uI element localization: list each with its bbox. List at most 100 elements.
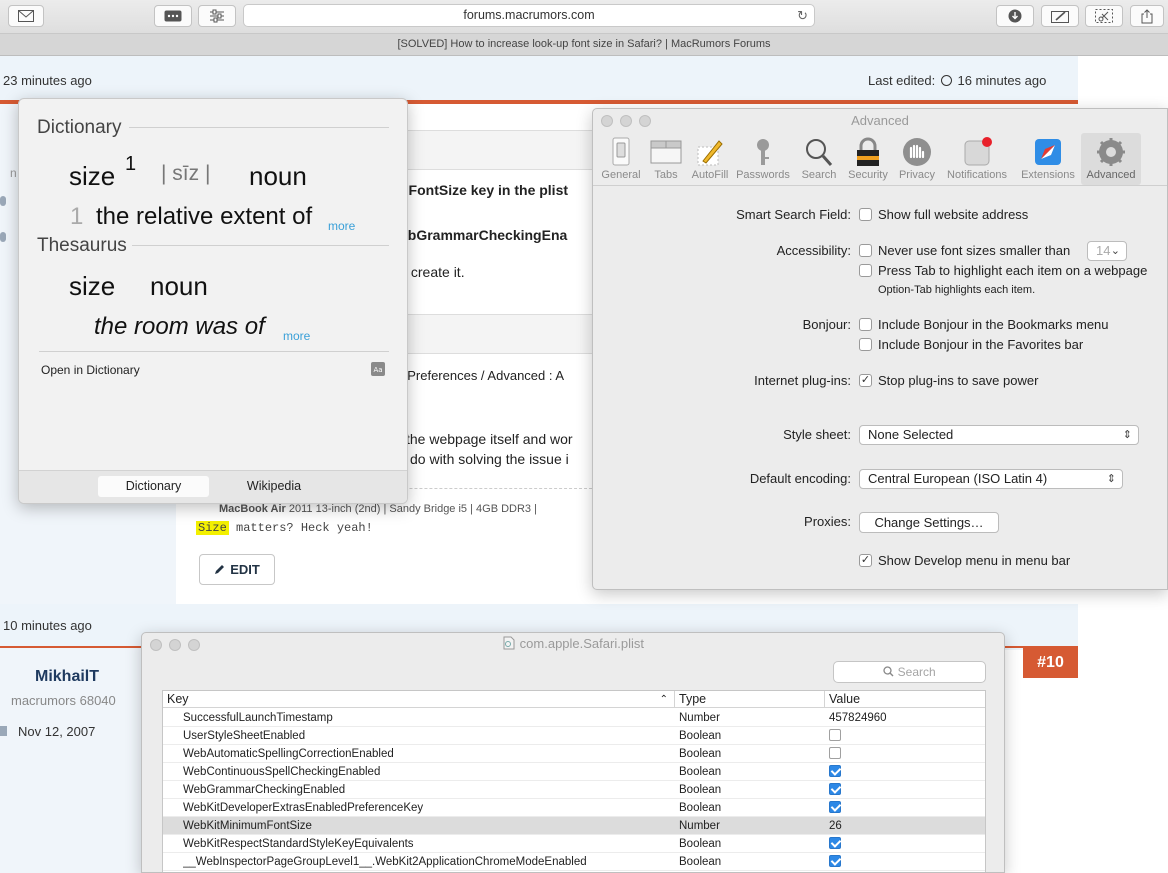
table-row[interactable]: WebKitRespectStandardStyleKeyEquivalents…: [163, 835, 985, 853]
row-value[interactable]: [829, 745, 979, 763]
last-edited: Last edited: 16 minutes ago: [868, 73, 1046, 88]
headword: size: [69, 161, 116, 191]
row-key: WebKitMinimumFontSize: [183, 820, 312, 832]
bonjour-favorites-checkbox[interactable]: Include Bonjour in the Favorites bar: [859, 337, 1083, 352]
min-font-size-select[interactable]: 14 ⌄: [1087, 241, 1127, 261]
search-field[interactable]: Search: [833, 661, 986, 683]
chevron-down-icon: ⌄: [1110, 245, 1120, 257]
tabs-icon: [650, 140, 682, 164]
checkbox-checked[interactable]: [829, 800, 841, 813]
tab-label: Extensions: [1021, 169, 1075, 181]
tab-tabs[interactable]: Tabs: [645, 133, 687, 185]
tab-autofill[interactable]: AutoFill: [687, 133, 733, 185]
checkbox-checked[interactable]: [829, 764, 841, 777]
checkbox-checked[interactable]: [829, 782, 841, 795]
post-number[interactable]: #10: [1023, 648, 1078, 678]
address-bar[interactable]: forums.macrumors.com ↻: [243, 4, 815, 27]
sort-ascending-icon: ⌃: [659, 694, 668, 705]
table-row[interactable]: WebKitMinimumFontSize Number 26: [163, 817, 985, 835]
tab-security[interactable]: Security: [843, 133, 893, 185]
checkbox-checked[interactable]: [829, 854, 841, 867]
row-type: Number: [679, 820, 720, 832]
column-value[interactable]: Value: [825, 691, 987, 708]
row-value[interactable]: [829, 727, 979, 745]
row-value[interactable]: [829, 835, 979, 853]
open-in-dictionary-link[interactable]: Open in Dictionary: [41, 363, 140, 377]
show-develop-menu-checkbox[interactable]: ✓ Show Develop menu in menu bar: [859, 553, 1070, 568]
thesaurus-more-link[interactable]: more: [283, 329, 310, 343]
definition-number: 1: [70, 203, 84, 230]
tab-search[interactable]: Search: [795, 133, 843, 185]
last-edited-time: 16 minutes ago: [957, 73, 1047, 88]
checkbox-checked[interactable]: ✓: [859, 374, 872, 387]
checkbox-checked[interactable]: ✓: [859, 554, 872, 567]
table-row[interactable]: WebContinuousSpellCheckingEnabled Boolean: [163, 763, 985, 781]
table-row[interactable]: WebKitDeveloperExtrasEnabledPreferenceKe…: [163, 799, 985, 817]
sidebar-button[interactable]: [154, 5, 192, 27]
tab-extensions[interactable]: Extensions: [1017, 133, 1079, 185]
table-row[interactable]: UserStyleSheetEnabled Boolean: [163, 727, 985, 745]
show-full-address-checkbox[interactable]: Show full website address: [859, 207, 1028, 222]
row-key: WebGrammarCheckingEnabled: [183, 784, 346, 796]
tab-advanced[interactable]: Advanced: [1081, 133, 1141, 185]
change-settings-button[interactable]: Change Settings…: [859, 512, 999, 533]
checkbox[interactable]: [829, 746, 841, 759]
bonjour-bookmarks-checkbox[interactable]: Include Bonjour in the Bookmarks menu: [859, 317, 1109, 332]
share-button[interactable]: [1130, 5, 1164, 27]
stop-plugins-checkbox[interactable]: ✓ Stop plug-ins to save power: [859, 373, 1038, 388]
table-row[interactable]: WebGrammarCheckingEnabled Boolean: [163, 781, 985, 799]
min-font-size-checkbox[interactable]: Never use font sizes smaller than: [859, 243, 1070, 258]
post-header-1: 23 minutes ago Last edited: 16 minutes a…: [0, 56, 1078, 102]
checkbox[interactable]: [859, 318, 872, 331]
dictionary-book-icon[interactable]: Aa: [370, 361, 386, 377]
table-row[interactable]: SuccessfulLaunchTimestamp Number 457824960: [163, 709, 985, 727]
tab-dictionary[interactable]: Dictionary: [98, 476, 209, 497]
tab-title[interactable]: [SOLVED] How to increase look-up font si…: [0, 34, 1168, 56]
last-edited-label: Last edited:: [868, 73, 936, 88]
signature-code-rest: matters? Heck yeah!: [228, 521, 373, 535]
row-value[interactable]: [829, 799, 979, 817]
downloads-button[interactable]: [996, 5, 1034, 27]
checkbox[interactable]: [859, 244, 872, 257]
table-row[interactable]: __WebInspectorPageGroupLevel1__.WebKit2A…: [163, 853, 985, 871]
tab-privacy[interactable]: Privacy: [893, 133, 941, 185]
tab-notifications[interactable]: Notifications: [941, 133, 1013, 185]
checkbox-checked[interactable]: [829, 836, 841, 849]
row-value[interactable]: [829, 853, 979, 871]
checkbox[interactable]: [829, 728, 841, 741]
plugins-label: Internet plug-ins:: [754, 373, 851, 388]
tab-label: Notifications: [947, 169, 1007, 181]
gear-icon: [1097, 138, 1125, 166]
row-type: Boolean: [679, 730, 722, 742]
checkbox[interactable]: [859, 264, 872, 277]
definition-more-link[interactable]: more: [328, 219, 355, 233]
checkbox[interactable]: [859, 338, 872, 351]
row-value[interactable]: [829, 781, 979, 799]
user-icon-2: [0, 232, 6, 242]
row-value[interactable]: [829, 763, 979, 781]
tab-general[interactable]: General: [597, 133, 645, 185]
row-value[interactable]: 26: [829, 817, 979, 835]
stylesheet-select[interactable]: None Selected ⇕: [859, 425, 1139, 445]
tab-highlight-checkbox[interactable]: Press Tab to highlight each item on a we…: [859, 263, 1147, 278]
definition: the relative extent of: [96, 203, 313, 230]
checkbox[interactable]: [859, 208, 872, 221]
pencil-icon: [215, 565, 225, 574]
encoding-select[interactable]: Central European (ISO Latin 4) ⇕: [859, 469, 1123, 489]
edit-button[interactable]: EDIT: [199, 554, 275, 585]
column-key[interactable]: Key ⌃: [163, 691, 675, 708]
row-key: __WebInspectorPageGroupLevel1__.WebKit2A…: [183, 856, 587, 868]
username[interactable]: MikhailT: [35, 668, 99, 686]
column-type[interactable]: Type: [675, 691, 825, 708]
compass-icon: [1035, 139, 1061, 165]
settings-sliders-button[interactable]: [198, 5, 236, 27]
table-row[interactable]: WebAutomaticSpellingCorrectionEnabled Boo…: [163, 745, 985, 763]
tab-wikipedia[interactable]: Wikipedia: [219, 476, 329, 497]
mail-share-button[interactable]: [8, 5, 44, 27]
row-value[interactable]: 457824960: [829, 709, 979, 727]
annotate-button[interactable]: [1041, 5, 1079, 27]
reload-icon[interactable]: ↻: [797, 5, 808, 26]
part-of-speech: noun: [249, 161, 307, 191]
clip-button[interactable]: [1085, 5, 1123, 27]
tab-passwords[interactable]: Passwords: [733, 133, 793, 185]
